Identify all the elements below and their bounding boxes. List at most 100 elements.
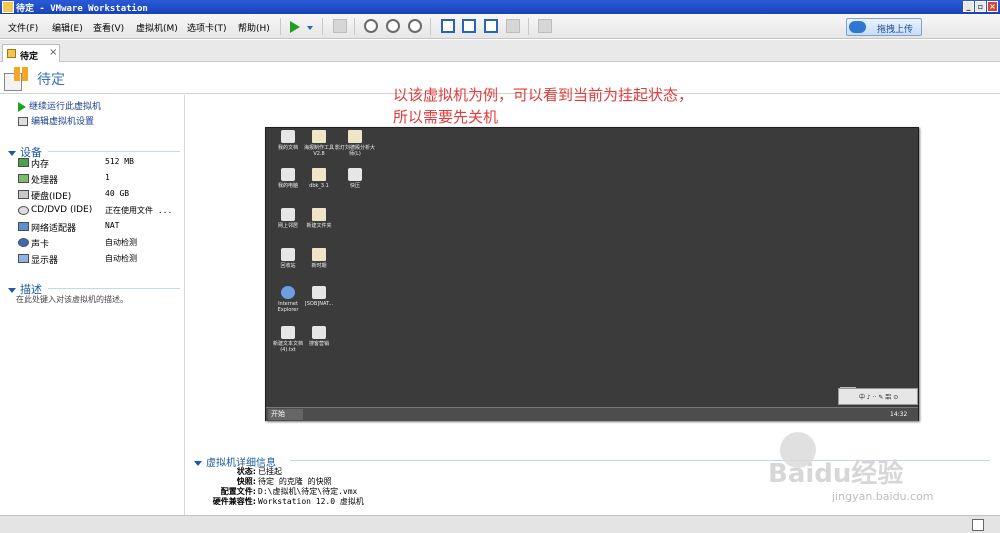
- device-value: 正在使用文件 ...: [105, 206, 173, 215]
- display-icon: [18, 254, 29, 263]
- toolbar-separator: [528, 18, 529, 35]
- network-icon: [18, 222, 29, 231]
- settings-icon: [18, 117, 28, 126]
- device-value: NAT: [105, 221, 120, 230]
- guest-taskbar: 开始 14:32: [266, 407, 918, 421]
- tab-close-icon[interactable]: ×: [49, 47, 57, 58]
- section-divider: [48, 288, 180, 289]
- detail-key: 硬件兼容性:: [212, 497, 256, 506]
- desktop-icon-nat-file: [SOB]NAT...: [299, 286, 339, 320]
- suspended-vm-icon: [4, 67, 30, 91]
- device-value: 40 GB: [105, 189, 130, 198]
- ime-toolbar: 中 ♪ ·· ✎ 㗊 ⊙: [838, 388, 918, 405]
- watermark-url: jingyan.baidu.com: [832, 490, 934, 503]
- annotation-line-2: 所以需要先关机: [393, 108, 499, 126]
- desktop-icon-new-folder: 新建文件夹: [299, 208, 339, 242]
- cd-icon: [18, 206, 29, 215]
- collapse-icon: [194, 460, 202, 466]
- app-icon: [2, 1, 14, 13]
- upload-label: 拖拽上传: [877, 25, 914, 35]
- toolbar-separator: [322, 18, 323, 35]
- device-name: 内存: [31, 160, 50, 170]
- menu-file[interactable]: 文件(F): [8, 21, 38, 34]
- device-name: CD/DVD (IDE): [31, 205, 93, 215]
- console-view-icon[interactable]: [538, 19, 552, 33]
- device-value: 512 MB: [105, 157, 134, 166]
- maximize-button[interactable]: ▫: [975, 1, 986, 12]
- device-row-sound[interactable]: 声卡 自动检测: [18, 235, 183, 250]
- tab-label: 待定: [20, 52, 39, 62]
- hdd-icon: [18, 190, 29, 199]
- desktop-icon-kuaiya: 快压: [335, 168, 375, 202]
- desktop-icon-new-period: 新时期: [299, 248, 339, 282]
- vm-tab-icon: [7, 49, 16, 58]
- detail-row-snapshot: 快照: 待定 的克隆 的快照: [176, 476, 432, 486]
- menu-help[interactable]: 帮助(H): [238, 21, 270, 34]
- description-input[interactable]: 在此处键入对该虚拟机的描述。: [16, 294, 128, 305]
- snapshot-manager-icon[interactable]: [408, 19, 422, 33]
- toolbar-separator: [430, 18, 431, 35]
- message-log-icon[interactable]: [972, 519, 984, 531]
- memory-icon: [18, 158, 29, 167]
- annotation-text: 以该虚拟机为例，可以看到当前为挂起状态， 所以需要先关机: [393, 84, 693, 128]
- detail-row-config: 配置文件: D:\虚拟机\待定\待定.vmx: [176, 486, 432, 496]
- device-row-display[interactable]: 显示器 自动检测: [18, 251, 183, 266]
- resume-vm-link[interactable]: 继续运行此虚拟机: [18, 99, 101, 112]
- edit-vm-settings-link[interactable]: 编辑虚拟机设置: [18, 114, 94, 127]
- vm-screen-thumbnail[interactable]: 我的文档 海报制作工具V2.8 影灯刘德殿分析大师(L) 我的电脑 dbk_3.…: [265, 127, 919, 421]
- detail-value: Workstation 12.0 虚拟机: [258, 497, 364, 506]
- library-view-icon[interactable]: [441, 19, 455, 33]
- device-row-hdd[interactable]: 硬盘(IDE) 40 GB: [18, 187, 183, 202]
- desktop-icon-analysis: 影灯刘德殿分析大师(L): [335, 130, 375, 164]
- cloud-icon: [849, 21, 866, 33]
- revert-snapshot-icon[interactable]: [386, 19, 400, 33]
- minimize-button[interactable]: _: [963, 1, 974, 12]
- device-name: 处理器: [31, 176, 59, 186]
- device-value: 1: [105, 173, 110, 182]
- detail-row-hardware: 硬件兼容性: Workstation 12.0 虚拟机: [176, 496, 432, 506]
- tab-vm[interactable]: 待定 ×: [2, 44, 60, 62]
- section-divider: [48, 151, 180, 152]
- menu-view[interactable]: 查看(V): [93, 21, 124, 34]
- collapse-icon: [8, 150, 16, 156]
- desktop-icon-marketing: 搜客营销: [299, 326, 339, 360]
- edit-settings-label: 编辑虚拟机设置: [31, 117, 95, 127]
- play-icon: [18, 101, 26, 112]
- toolbar-separator: [280, 18, 281, 35]
- detail-row-state: 状态: 已挂起: [176, 466, 432, 476]
- guest-start-button: 开始: [268, 409, 303, 420]
- cpu-icon: [18, 174, 29, 183]
- vm-summary-panel: 继续运行此虚拟机 编辑虚拟机设置 设备 内存 512 MB 处理器 1 硬盘(I…: [0, 95, 185, 515]
- device-row-memory[interactable]: 内存 512 MB: [18, 155, 183, 170]
- baidu-watermark: Baidu经验 jingyan.baidu.com: [760, 428, 995, 518]
- device-name: 声卡: [31, 240, 50, 250]
- device-row-cdrom[interactable]: CD/DVD (IDE) 正在使用文件 ...: [18, 203, 183, 218]
- power-on-icon[interactable]: [290, 21, 300, 33]
- guest-clock: 14:32: [890, 411, 908, 418]
- watermark-brand: Baidu经验: [768, 459, 904, 489]
- desktop-icon-dbk: dbk_3.1: [299, 168, 339, 202]
- close-button[interactable]: ×: [987, 1, 998, 12]
- device-value: 自动检测: [105, 238, 137, 247]
- fullscreen-icon[interactable]: [484, 19, 498, 33]
- upload-button[interactable]: 拖拽上传: [846, 18, 922, 36]
- device-row-network[interactable]: 网络适配器 NAT: [18, 219, 183, 234]
- menu-tabs[interactable]: 选项卡(T): [187, 21, 227, 34]
- sound-icon: [18, 238, 29, 247]
- send-keys-icon[interactable]: [333, 19, 347, 33]
- unity-icon[interactable]: [506, 19, 520, 33]
- device-name: 网络适配器: [31, 224, 77, 234]
- device-row-cpu[interactable]: 处理器 1: [18, 171, 183, 186]
- toolbar-separator: [354, 18, 355, 35]
- menu-edit[interactable]: 编辑(E): [52, 21, 83, 34]
- chevron-down-icon[interactable]: [307, 26, 313, 30]
- thumbnail-bar-icon[interactable]: [462, 19, 476, 33]
- menu-vm[interactable]: 虚拟机(M): [136, 21, 178, 34]
- resume-vm-label: 继续运行此虚拟机: [29, 102, 102, 112]
- device-value: 自动检测: [105, 254, 137, 263]
- window-title: 待定 - VMware Workstation: [16, 4, 148, 14]
- device-name: 显示器: [31, 256, 59, 266]
- status-bar: [0, 515, 1000, 533]
- snapshot-icon[interactable]: [364, 19, 378, 33]
- tab-bar: 待定 ×: [0, 40, 1000, 62]
